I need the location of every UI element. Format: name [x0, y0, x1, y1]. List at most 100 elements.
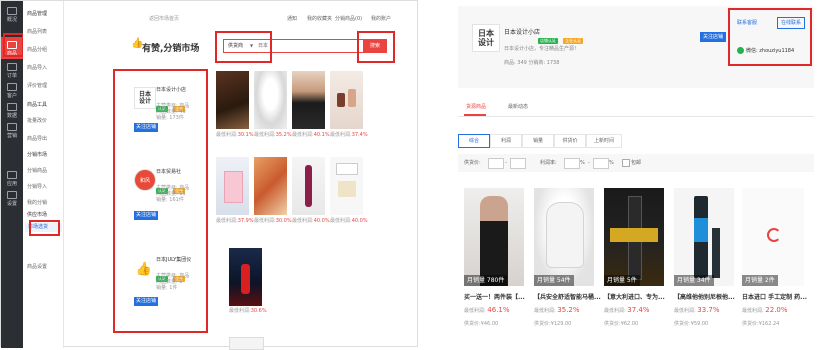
customer-icon — [7, 83, 17, 91]
settings-icon — [7, 191, 17, 199]
profit-value: 46.1% — [487, 306, 510, 314]
tab-latest-news[interactable]: 最新动态 — [508, 104, 528, 110]
product-thumbnail[interactable] — [229, 337, 264, 350]
menu-item[interactable]: 分销商品 — [27, 167, 47, 174]
sidebar-item-apps[interactable]: 应用 — [1, 167, 23, 189]
apps-icon — [7, 171, 17, 179]
secondary-menu: 商品管理 商品列表 商品分组 商品导入 评价管理 商品工具 批量改价 商品导出 … — [23, 1, 64, 348]
menu-item[interactable]: 商品列表 — [27, 28, 47, 35]
menu-group-title: 商品管理 — [27, 11, 48, 17]
price-min-input[interactable] — [488, 158, 504, 169]
product-card[interactable]: 月销量 5件 【意大利进口、专为... 最低利润: 37.4% 供货价:¥62.… — [604, 188, 665, 332]
product-card[interactable]: 月销量 2件 日本进口 手工定制 药... 最低利润: 22.0% 供货价:¥1… — [742, 188, 807, 332]
menu-item[interactable]: 商品设置 — [27, 263, 47, 270]
profit-label: 最低利润: — [464, 308, 486, 314]
supply-price-label: 供货价: — [534, 321, 551, 327]
profit-label: 最低利润: — [742, 308, 764, 314]
product-title[interactable]: 【高维他他别尼根他... — [674, 292, 735, 301]
store-stats: 商品: 349 分销商: 1738 — [504, 60, 560, 66]
filter-bar: 供货价: - 利润率: % - % 包邮 — [458, 154, 814, 172]
highlight-contact — [728, 8, 812, 66]
product-thumbnail[interactable] — [216, 157, 249, 215]
data-icon — [7, 103, 17, 111]
order-icon — [7, 63, 17, 71]
product-title[interactable]: 【意大利进口、专为... — [604, 292, 665, 301]
product-image[interactable] — [674, 188, 734, 286]
profit-label: 最低利润: — [534, 308, 556, 314]
menu-item[interactable]: 商品导出 — [27, 135, 47, 142]
sort-supply-price[interactable]: 供货价 — [554, 134, 586, 148]
menu-item[interactable]: 评价管理 — [27, 82, 47, 89]
percent-unit: % — [580, 160, 585, 166]
profit-value: 35.2% — [275, 132, 292, 138]
menu-item[interactable]: 分销导入 — [27, 183, 47, 190]
top-link-favorites[interactable]: 我的收藏夹 — [307, 16, 332, 22]
sidebar-item-orders[interactable]: 订单 — [1, 59, 23, 81]
menu-item[interactable]: 商品分组 — [27, 46, 47, 53]
menu-item[interactable]: 商品导入 — [27, 64, 47, 71]
top-link-account[interactable]: 我的账户 — [371, 16, 391, 22]
product-card[interactable]: 月销量 34件 【高维他他别尼根他... 最低利润: 33.7% 供货价:¥59… — [674, 188, 735, 332]
product-thumbnail[interactable] — [229, 248, 262, 306]
highlight-supplier-list — [113, 69, 208, 333]
menu-item[interactable]: 批量改价 — [27, 117, 47, 124]
free-shipping-checkbox[interactable] — [622, 159, 630, 167]
product-card[interactable]: 月销量 54件 【兵安全舒适智能马桶... 最低利润: 35.2% 供货价:¥1… — [534, 188, 601, 332]
price-max-input[interactable] — [510, 158, 526, 169]
product-title[interactable]: 日本进口 手工定制 药... — [742, 292, 807, 301]
product-thumbnail[interactable] — [292, 157, 325, 215]
menu-item[interactable]: 我的分销 — [27, 199, 47, 206]
monthly-sales-badge: 月销量 54件 — [534, 275, 574, 286]
monthly-sales-badge: 月销量 5件 — [604, 275, 640, 286]
breadcrumb[interactable]: 返回市场首页 — [149, 16, 179, 22]
sidebar-item-marketing[interactable]: 营销 — [1, 119, 23, 141]
top-link-notice[interactable]: 通知 — [287, 16, 297, 22]
profit-max-input[interactable] — [593, 158, 609, 169]
product-image[interactable] — [604, 188, 664, 286]
sidebar-item-customers[interactable]: 客户 — [1, 79, 23, 101]
top-link-dist-goods[interactable]: 分销商品(0) — [335, 16, 362, 22]
product-title[interactable]: 【兵安全舒适智能马桶... — [534, 292, 601, 301]
sidebar-item-settings[interactable]: 设置 — [1, 187, 23, 209]
product-thumbnail[interactable] — [254, 71, 287, 129]
product-card[interactable]: 月销量 780件 买一送一！两件装【... 最低利润: 46.1% 供货价:¥4… — [464, 188, 525, 332]
left-screenshot: 概况 商品 订单 客户 数据 营销 应用 设置 商品管理 商品列表 商品分组 商… — [0, 0, 418, 350]
menu-group-title: 分销市场 — [27, 152, 48, 158]
sort-comprehensive[interactable]: 综合 — [458, 134, 490, 148]
product-thumbnail[interactable] — [330, 157, 363, 215]
profit-value: 37.9% — [237, 218, 254, 224]
product-thumbnail[interactable] — [216, 71, 249, 129]
sidebar-item-overview[interactable]: 概况 — [1, 3, 23, 25]
tab-supply-goods[interactable]: 货源商品 — [466, 104, 486, 110]
profit-value: 40.0% — [351, 218, 368, 224]
product-image[interactable] — [742, 188, 804, 286]
product-image[interactable] — [464, 188, 524, 286]
profit-value: 35.2% — [557, 306, 580, 314]
sort-sales[interactable]: 销量 — [522, 134, 554, 148]
store-logo: 日本 设计 — [472, 24, 500, 52]
sort-profit[interactable]: 利润 — [490, 134, 522, 148]
sort-bar: 综合 利润 销量 供货价 上新时间 — [458, 134, 814, 148]
product-thumbnail[interactable] — [292, 71, 325, 129]
product-image[interactable] — [534, 188, 594, 286]
menu-group-title: 供应市场 — [27, 212, 48, 218]
highlight-search-type — [215, 31, 272, 63]
product-thumbnail[interactable] — [254, 157, 287, 215]
sort-new-time[interactable]: 上新时间 — [586, 134, 622, 148]
percent-unit: % — [609, 160, 614, 166]
product-thumbnail[interactable] — [330, 71, 363, 129]
gap — [418, 0, 452, 347]
profit-label: 最低利润: — [229, 308, 251, 314]
profit-label: 最低利润: — [254, 218, 276, 224]
tabs: 货源商品 最新动态 — [458, 96, 814, 117]
price-filter-label: 供货价: — [464, 160, 481, 166]
profit-min-input[interactable] — [564, 158, 580, 169]
sidebar-item-data[interactable]: 数据 — [1, 99, 23, 121]
supply-price: ¥59.00 — [690, 321, 709, 327]
store-name: 日本设计小店 — [504, 29, 541, 36]
product-title[interactable]: 买一送一！两件装【... — [464, 292, 525, 301]
supply-price: ¥46.00 — [480, 321, 499, 327]
free-shipping-label: 包邮 — [631, 160, 642, 166]
follow-store-button[interactable]: 关注店铺 — [700, 32, 726, 42]
store-description: 日本设计小店，专注精品生产源！ — [504, 46, 580, 52]
